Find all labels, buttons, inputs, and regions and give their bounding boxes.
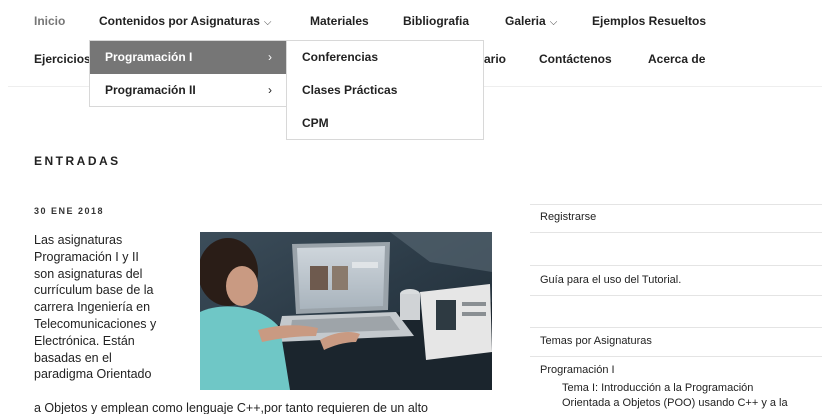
nav-inicio[interactable]: Inicio [34,14,65,28]
post-line: Programación I y II [34,249,139,264]
sidebar-divider [530,356,822,357]
post-line: Electrónica. Están [34,333,135,348]
nav-contenidos[interactable]: Contenidos por Asignaturas ⌵ [99,14,272,28]
post-line: Telecomunicaciones y [34,316,157,331]
post-line: currículum base de la [34,283,154,298]
nav-galeria-label: Galeria [505,14,546,28]
sidebar-tema-line: Tema I: Introducción a la Programación [562,382,754,394]
sidebar-tema-line: Orientada a Objetos (POO) usando C++ y a… [562,397,788,409]
nav-ejercicios[interactable]: Ejercicios [34,52,91,66]
sidebar-tema-link[interactable]: Tema I: Introducción a la Programación O… [562,381,812,411]
nav-materiales-label: Materiales [310,14,369,28]
nav-acerca-label: Acerca de [648,52,706,66]
sidebar-divider [530,295,822,296]
nav-materiales[interactable]: Materiales [310,14,369,28]
post-date[interactable]: 30 ENE 2018 [34,206,104,216]
sidebar-divider [530,204,822,205]
submenu-item-cpm[interactable]: CPM [287,107,483,140]
post-line: son asignaturas del [34,266,143,281]
nav-galeria[interactable]: Galeria ⌵ [505,14,557,28]
post-line: Las asignaturas [34,233,123,247]
chevron-right-icon: › [268,83,272,97]
nav-partial-item[interactable]: ario [484,52,506,66]
nav-ejemplos[interactable]: Ejemplos Resueltos [592,14,706,28]
post-line: paradigma Orientado [34,367,152,382]
nav-ejercicios-label: Ejercicios [34,52,91,66]
sidebar-divider [530,327,822,328]
nav-inicio-label: Inicio [34,14,66,28]
nav-bibliografia[interactable]: Bibliografia [403,14,469,28]
sidebar-prog1-link[interactable]: Programación I [540,364,615,376]
nav-contactenos-label: Contáctenos [539,52,612,66]
dropdown-item-label: Programación II [105,83,196,97]
nav-contenidos-label: Contenidos por Asignaturas [99,14,260,28]
chevron-down-icon: ⌵ [549,17,558,28]
nav-contactenos[interactable]: Contáctenos [539,52,612,66]
section-title: ENTRADAS [34,154,121,168]
post-image-laptop[interactable] [200,232,492,390]
submenu-item-conferencias[interactable]: Conferencias [287,41,483,74]
post-excerpt: Las asignaturas Programación I y II son … [34,232,182,383]
dropdown-item-programacion-2[interactable]: Programación II › [90,74,286,107]
submenu-item-clases-practicas[interactable]: Clases Prácticas [287,74,483,107]
nav-partial-item-label: ario [484,52,507,66]
submenu: Conferencias Clases Prácticas CPM [286,40,484,140]
dropdown-item-programacion-1[interactable]: Programación I › [90,41,286,74]
post-line: basadas en el [34,350,112,365]
nav-ejemplos-label: Ejemplos Resueltos [592,14,707,28]
submenu-item-label: Clases Prácticas [302,83,398,97]
sidebar-register-link[interactable]: Registrarse [540,211,596,223]
dropdown-item-label: Programación I [105,50,193,64]
sidebar-topics-link[interactable]: Temas por Asignaturas [540,335,652,347]
chevron-down-icon: ⌵ [263,17,272,28]
sidebar-divider [530,232,822,233]
sidebar-guide-link[interactable]: Guía para el uso del Tutorial. [540,274,681,286]
chevron-right-icon: › [268,50,272,64]
submenu-item-label: Conferencias [302,50,379,64]
nav-acerca[interactable]: Acerca de [648,52,705,66]
post-line: carrera Ingeniería en [34,300,151,315]
nav-bibliografia-label: Bibliografia [403,14,470,28]
laptop-photo [200,232,492,390]
post-line-wide: a Objetos y emplean como lenguaje C++,po… [34,401,429,414]
sidebar-divider [530,265,822,266]
dropdown-menu: Programación I › Programación II › [89,40,287,107]
submenu-item-label: CPM [302,116,329,130]
